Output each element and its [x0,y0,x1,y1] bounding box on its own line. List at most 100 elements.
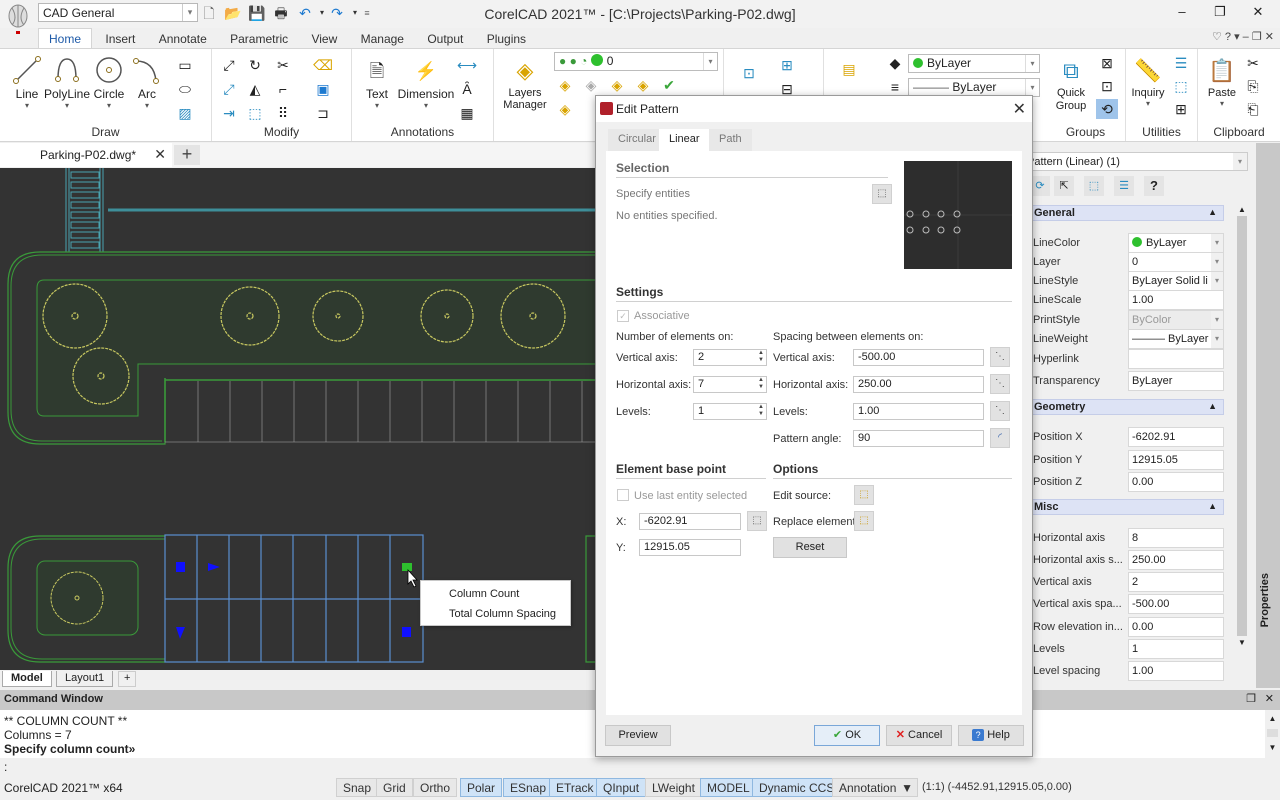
fillet-icon[interactable]: ⌐ [272,79,294,99]
new-tab-button[interactable]: + [174,145,200,165]
help-icon[interactable]: ? [1144,176,1164,196]
pattern-icon[interactable]: ⠿ [272,103,294,123]
prop-transparency[interactable]: ByLayer [1128,371,1224,391]
selection-filter-select[interactable]: Pattern (Linear) (1) ▾ [1030,152,1248,171]
pick-point-icon[interactable]: ⬚ [747,511,767,531]
text-style-icon[interactable]: Ȃ [456,79,478,99]
reset-button[interactable]: Reset [773,537,847,558]
edit-source-button[interactable]: ⬚ [854,485,874,505]
grid-toggle[interactable]: Grid [376,778,413,797]
prop-position-z[interactable]: 0.00 [1128,472,1224,492]
linear-dimension-icon[interactable]: ⟷ [456,55,478,75]
cut-icon[interactable]: ✂ [1242,53,1264,73]
prop-position-y[interactable]: 12915.05 [1128,450,1224,470]
add-layout-button[interactable]: + [118,671,137,687]
tab-view[interactable]: View [301,29,347,49]
close-tab-icon[interactable]: ✕ [154,146,166,163]
group-selection-toggle-icon[interactable]: ⟲ [1096,99,1118,119]
create-block-icon[interactable]: ⊞ [776,55,798,75]
preview-button[interactable]: Preview [605,725,671,746]
layer-current-icon[interactable]: ◈ [554,99,576,119]
command-input[interactable]: : [0,760,1280,774]
filter-icon[interactable]: ☰ [1114,176,1134,196]
spin-arrows-icon[interactable]: ▲ ▼ [756,350,766,365]
tab-layout1[interactable]: Layout1 [56,671,114,687]
qinput-toggle[interactable]: QInput [596,778,647,797]
pattern-angle-input[interactable]: 90 [853,430,984,447]
inquiry-button[interactable]: 📏 Inquiry ▾ [1126,55,1170,108]
stretch-icon[interactable]: ⇥ [218,103,240,123]
hatch-icon[interactable]: ▨ [174,103,196,123]
scale-icon[interactable]: ⬚ [244,103,266,123]
table-icon[interactable]: ▦ [456,103,478,123]
num-levels-stepper[interactable]: 1 ▲ ▼ [693,403,767,420]
base-y-input[interactable]: 12915.05 [639,539,741,556]
open-folder-icon[interactable]: 📂 [224,4,242,22]
etrack-toggle[interactable]: ETrack [549,778,601,797]
select-entities-button[interactable]: ⬚ [872,184,892,204]
new-file-icon[interactable]: 🗋 [200,4,218,22]
prop-lineweight[interactable]: ——— ByLayer ▾ [1128,329,1224,349]
tab-plugins[interactable]: Plugins [477,29,536,49]
layer-off-icon[interactable]: ◈ [554,75,576,95]
color-select[interactable]: ByLayer ▾ [908,54,1040,73]
match-properties-icon[interactable]: ▤ [838,59,860,79]
move-icon[interactable]: ⤢ [218,55,240,75]
tab-output[interactable]: Output [417,29,473,49]
undo-icon[interactable]: ↶ [296,4,314,22]
prop-levels[interactable]: 1 [1128,639,1224,659]
sp-levels-input[interactable]: 1.00 [853,403,984,420]
base-x-input[interactable]: -6202.91 [639,513,741,530]
ok-button[interactable]: ✔ OK [814,725,880,746]
pick-distance-icon[interactable]: ⋱ [990,374,1010,394]
spin-arrows-icon[interactable]: ▲ ▼ [756,377,766,392]
offset-icon[interactable]: ▣ [312,79,334,99]
prop-horizontal-axis[interactable]: 8 [1128,528,1224,548]
category-misc[interactable]: Misc ▲ [1030,499,1224,515]
close-button[interactable]: ✕ [1243,4,1273,22]
prop-position-x[interactable]: -6202.91 [1128,427,1224,447]
trim-icon[interactable]: ✂ [272,55,294,75]
tab-parametric[interactable]: Parametric [220,29,298,49]
dimension-button[interactable]: ⚡ Dimension ▾ [396,55,456,110]
pick-distance-icon[interactable]: ⋱ [990,347,1010,367]
customize-toolbar-icon[interactable]: ≡ [358,4,376,22]
layer-lock-icon[interactable]: ◈ [632,75,654,95]
prop-linecolor[interactable]: ByLayer ▾ [1128,233,1224,253]
prop-linescale[interactable]: 1.00 [1128,290,1224,310]
replace-element-button[interactable]: ⬚ [854,511,874,531]
tab-circular[interactable]: Circular [608,129,666,151]
checkmark-icon[interactable]: ✔ [658,75,680,95]
prop-hyperlink[interactable] [1128,349,1224,369]
erase-icon[interactable]: ⌫ [312,55,334,75]
annotation-scale-dropdown[interactable]: Annotation ▼ [832,778,918,797]
save-icon[interactable]: 💾 [248,4,266,22]
workspace-select[interactable]: CAD General ▾ [38,3,198,22]
num-horizontal-stepper[interactable]: 7 ▲ ▼ [693,376,767,393]
pick-distance-icon[interactable]: ⋱ [990,401,1010,421]
prop-vertical-axis-spacing[interactable]: -500.00 [1128,594,1224,614]
copy-icon[interactable]: ⤢ [218,79,240,99]
tab-path[interactable]: Path [709,129,752,151]
lweight-toggle[interactable]: LWeight [645,778,702,797]
minimize-button[interactable]: ‒ [1167,4,1197,22]
edit-group-icon[interactable]: ⊡ [1096,76,1118,96]
restore-button[interactable]: ❐ [1205,4,1235,22]
category-geometry[interactable]: Geometry ▲ [1030,399,1224,415]
cancel-button[interactable]: ✕ Cancel [886,725,952,746]
tab-linear[interactable]: Linear [659,129,710,151]
layer-freeze-icon[interactable]: ◈ [606,75,628,95]
lineweight-icon[interactable]: ≡ [884,77,906,97]
menu-item-total-column-spacing[interactable]: Total Column Spacing [449,608,556,620]
mirror-icon[interactable]: ◭ [244,79,266,99]
tab-home[interactable]: Home [38,28,93,49]
esnap-toggle[interactable]: ESnap [503,778,554,797]
prop-layer[interactable]: 0 ▾ [1128,252,1224,272]
corelcad-logo-icon[interactable] [6,4,30,38]
properties-scrollbar[interactable]: ▲ ▼ [1236,205,1248,675]
ungroup-icon[interactable]: ⊠ [1096,53,1118,73]
spin-arrows-icon[interactable]: ▲ ▼ [756,404,766,419]
layer-select[interactable]: ● ● ◔ 0 ▾ [554,52,718,71]
prop-linestyle[interactable]: ByLayer Solid li ▾ [1128,271,1224,291]
paste-button[interactable]: 📋 Paste ▾ [1200,55,1244,108]
